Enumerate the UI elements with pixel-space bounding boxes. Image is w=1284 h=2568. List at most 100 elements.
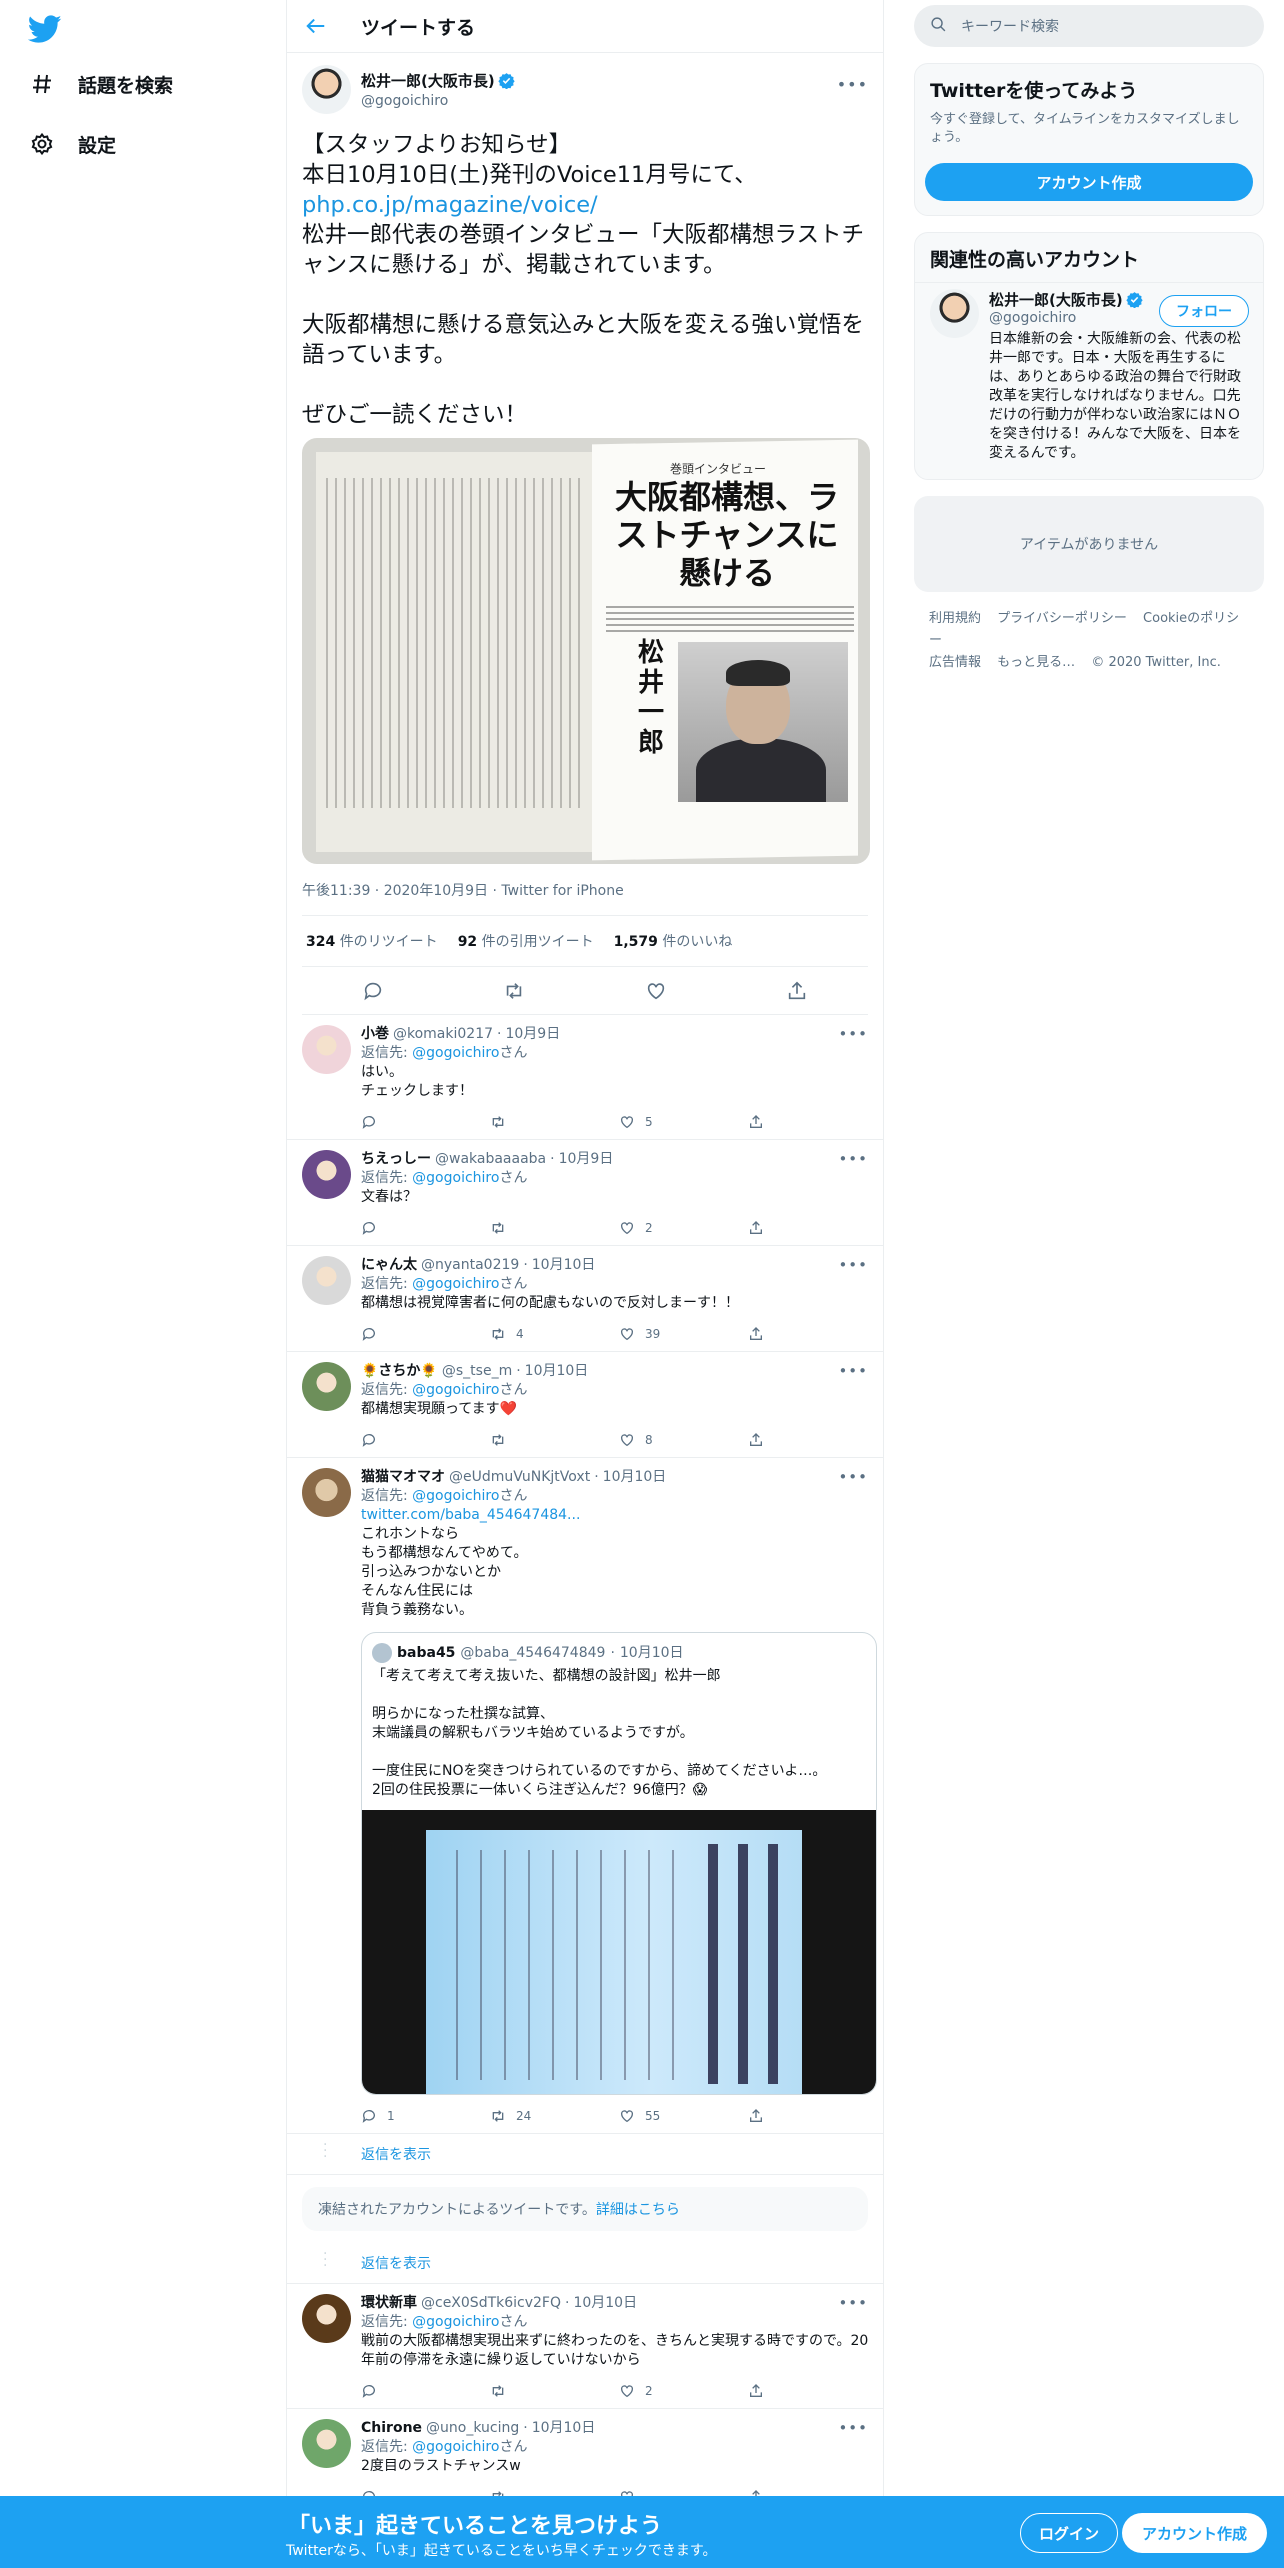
create-account-button[interactable]: アカウント作成 <box>925 163 1253 201</box>
retweet-button[interactable]: 4 <box>490 1325 619 1344</box>
reply-handle[interactable]: @eUdmuVuNKjtVoxt <box>449 1468 590 1487</box>
show-replies-link[interactable]: · · · 返信を表示 <box>287 2134 883 2175</box>
reply-handle[interactable]: @uno_kucing <box>426 2419 519 2438</box>
reply-link[interactable]: twitter.com/baba_454647484... <box>361 1507 580 1523</box>
avatar[interactable] <box>302 1150 351 1199</box>
reply-name[interactable]: 🌻さちか🌻 <box>361 1362 438 1381</box>
show-replies-link[interactable]: · · · 返信を表示 <box>287 2243 883 2284</box>
reply-button[interactable]: 1 <box>361 2107 490 2126</box>
author-handle[interactable]: @gogoichiro <box>361 93 515 109</box>
reply-name[interactable]: Chirone <box>361 2419 422 2438</box>
reply-date[interactable]: 10月10日 <box>525 1362 589 1381</box>
reply-handle[interactable]: @s_tse_m <box>442 1362 512 1381</box>
more-options-icon[interactable]: ••• <box>838 1025 868 1043</box>
avatar[interactable] <box>302 2419 351 2468</box>
share-button[interactable] <box>748 1114 877 1130</box>
reply-button[interactable] <box>361 1114 490 1130</box>
retweet-button[interactable] <box>490 1432 619 1448</box>
avatar[interactable] <box>302 2294 351 2343</box>
reply-tweet[interactable]: にゃん太 @nyanta0219 · 10月10日 返信先: @gogoichiroさん… <box>287 1246 883 1352</box>
footer-ads[interactable]: 広告情報 <box>929 655 981 670</box>
reply-handle[interactable]: @komaki0217 <box>393 1025 493 1044</box>
quotes-stat[interactable]: 92 件の引用ツイート <box>458 931 594 951</box>
nav-settings[interactable]: 設定 <box>28 124 116 164</box>
reply-name[interactable]: ちえっしー <box>361 1150 431 1169</box>
like-icon[interactable] <box>645 980 667 1002</box>
reply-date[interactable]: 10月9日 <box>559 1150 614 1169</box>
share-button[interactable] <box>748 1220 877 1236</box>
tweet-photo[interactable]: 巻頭インタビュー 大阪都構想、ラストチャンスに懸ける 松井一郎 <box>302 438 870 864</box>
share-icon[interactable] <box>786 980 808 1002</box>
like-button[interactable]: 2 <box>619 2382 748 2401</box>
retweets-stat[interactable]: 324 件のリツイート <box>306 931 438 951</box>
reply-mention[interactable]: @gogoichiro <box>412 1276 499 1292</box>
more-options-icon[interactable]: ••• <box>838 2419 868 2437</box>
reply-tweet[interactable]: 小巻 @komaki0217 · 10月9日 返信先: @gogoichiroさん はい。… <box>287 1015 883 1140</box>
reply-name[interactable]: 環状新車 <box>361 2294 417 2313</box>
avatar[interactable] <box>302 1468 351 1517</box>
reply-mention[interactable]: @gogoichiro <box>412 2439 499 2455</box>
related-account[interactable]: 松井一郎(大阪市長) @gogoichiro 日本維新の会・大阪維新の会、代表の… <box>915 282 1263 479</box>
share-button[interactable] <box>748 1326 877 1342</box>
like-button[interactable]: 2 <box>619 1219 748 1238</box>
quoted-tweet[interactable]: baba45 @baba_4546474849 · 10月10日 「考えて考えて… <box>361 1632 877 2095</box>
share-button[interactable] <box>748 2383 877 2399</box>
reply-mention[interactable]: @gogoichiro <box>412 1382 499 1398</box>
more-options-icon[interactable]: ••• <box>838 1468 868 1486</box>
reply-name[interactable]: にゃん太 <box>361 1256 417 1275</box>
nav-explore[interactable]: 話題を検索 <box>28 64 173 104</box>
twitter-bird-icon[interactable] <box>27 12 62 46</box>
avatar[interactable] <box>302 1256 351 1305</box>
retweet-button[interactable] <box>490 1114 619 1130</box>
reply-mention[interactable]: @gogoichiro <box>412 1170 499 1186</box>
retweet-button[interactable]: 24 <box>490 2107 619 2126</box>
reply-date[interactable]: 10月10日 <box>532 1256 596 1275</box>
reply-mention[interactable]: @gogoichiro <box>412 1045 499 1061</box>
reply-mention[interactable]: @gogoichiro <box>412 1488 499 1504</box>
signup-button[interactable]: アカウント作成 <box>1122 2513 1268 2553</box>
reply-date[interactable]: 10月10日 <box>603 1468 667 1487</box>
share-button[interactable] <box>748 1432 877 1448</box>
reply-name[interactable]: 小巻 <box>361 1025 389 1044</box>
search-input[interactable]: キーワード検索 <box>914 5 1264 47</box>
reply-with-quote[interactable]: 猫猫マオマオ @eUdmuVuNKjtVoxt · 10月10日 返信先: @g… <box>287 1458 883 2134</box>
reply-handle[interactable]: @wakabaaaaba <box>435 1150 546 1169</box>
retweet-button[interactable] <box>490 1220 619 1236</box>
reply-button[interactable] <box>361 1326 490 1342</box>
reply-icon[interactable] <box>362 980 384 1002</box>
avatar[interactable] <box>302 1362 351 1411</box>
author-name[interactable]: 松井一郎(大阪市長) <box>361 70 515 91</box>
tweet-link[interactable]: php.co.jp/magazine/voice/ <box>302 192 598 218</box>
learn-more-link[interactable]: 詳細はこちら <box>596 2202 680 2218</box>
reply-date[interactable]: 10月9日 <box>505 1025 560 1044</box>
back-arrow-icon[interactable] <box>305 13 331 39</box>
more-options-icon[interactable]: ••• <box>838 1362 868 1380</box>
avatar[interactable] <box>302 1025 351 1074</box>
footer-more[interactable]: もっと見る… <box>997 655 1075 670</box>
reply-handle[interactable]: @nyanta0219 <box>421 1256 519 1275</box>
footer-terms[interactable]: 利用規約 <box>929 611 981 626</box>
avatar[interactable] <box>930 289 979 338</box>
reply-tweet[interactable]: 環状新車 @ceX0SdTk6icv2FQ · 10月10日 返信先: @gogoich… <box>287 2284 883 2409</box>
more-options-icon[interactable]: ••• <box>838 1150 868 1168</box>
reply-button[interactable] <box>361 1220 490 1236</box>
login-button[interactable]: ログイン <box>1020 2513 1119 2553</box>
share-button[interactable] <box>748 2108 877 2124</box>
more-options-icon[interactable]: ••• <box>838 2294 868 2312</box>
more-options-icon[interactable]: ••• <box>838 1256 868 1274</box>
reply-date[interactable]: 10月10日 <box>573 2294 637 2313</box>
reply-button[interactable] <box>361 2383 490 2399</box>
reply-tweet[interactable]: 🌻さちか🌻 @s_tse_m · 10月10日 返信先: @gogoichiroさん 都構… <box>287 1352 883 1458</box>
retweet-icon[interactable] <box>503 980 525 1002</box>
related-name[interactable]: 松井一郎(大阪市長) <box>989 289 1123 310</box>
reply-date[interactable]: 10月10日 <box>532 2419 596 2438</box>
like-button[interactable]: 55 <box>619 2107 748 2126</box>
reply-mention[interactable]: @gogoichiro <box>412 2314 499 2330</box>
retweet-button[interactable] <box>490 2383 619 2399</box>
follow-button[interactable]: フォロー <box>1159 295 1249 327</box>
reply-tweet[interactable]: ちえっしー @wakabaaaaba · 10月9日 返信先: @gogoichiroさ… <box>287 1140 883 1246</box>
reply-name[interactable]: 猫猫マオマオ <box>361 1468 445 1487</box>
reply-button[interactable] <box>361 1432 490 1448</box>
like-button[interactable]: 39 <box>619 1325 748 1344</box>
likes-stat[interactable]: 1,579 件のいいね <box>614 931 733 951</box>
